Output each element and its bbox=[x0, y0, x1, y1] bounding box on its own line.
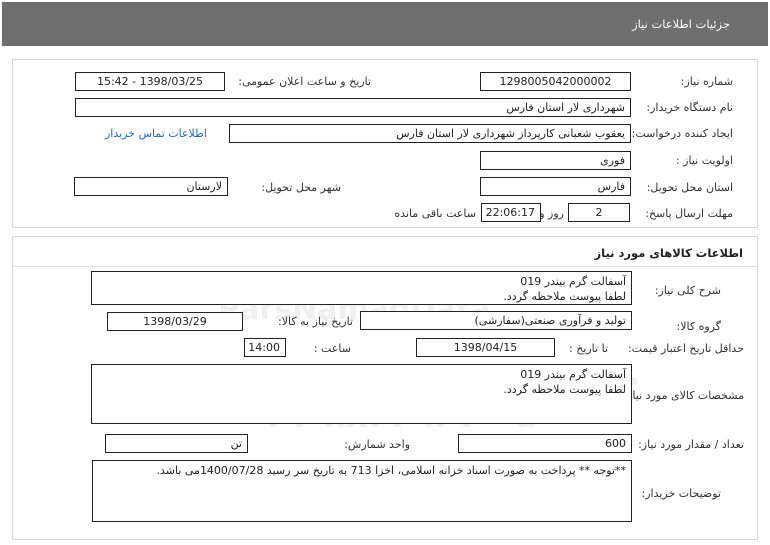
announce-date-label: تاریخ و ساعت اعلان عمومی: bbox=[238, 75, 371, 88]
province-field[interactable]: فارس bbox=[480, 177, 631, 196]
announce-date-field[interactable]: 1398/03/25 - 15:42 bbox=[75, 72, 225, 91]
deadline-days-field[interactable]: 2 bbox=[568, 203, 630, 222]
page-header: جزئیات اطلاعات نیاز bbox=[2, 2, 768, 46]
city-field[interactable]: لارستان bbox=[74, 177, 228, 196]
spec-field[interactable]: آسفالت گرم بیندر 019 لطفا پیوست ملاحظه گ… bbox=[91, 364, 632, 424]
remaining-text: ساعت باقی مانده bbox=[394, 207, 476, 220]
city-label: شهر محل تحویل: bbox=[261, 181, 341, 194]
section-divider bbox=[13, 266, 757, 267]
buyer-contact-link[interactable]: اطلاعات تماس خریدار bbox=[105, 127, 207, 140]
time-label: ساعت : bbox=[313, 342, 351, 355]
summary-label: شرح کلی نیاز: bbox=[654, 284, 721, 297]
province-label: استان محل تحویل: bbox=[646, 181, 733, 194]
until-date-label: تا تاریخ : bbox=[569, 342, 608, 355]
summary-field[interactable]: آسفالت گرم بیندر 019 لطفا پیوست ملاحظه گ… bbox=[91, 271, 632, 305]
deadline-time-field[interactable]: 22:06:17 bbox=[481, 203, 541, 222]
until-date-field[interactable]: 1398/04/15 bbox=[416, 338, 555, 357]
creator-label: ایجاد کننده درخواست: bbox=[631, 127, 733, 140]
unit-field[interactable]: تن bbox=[105, 434, 248, 453]
goods-info-panel: ۰۲۱-۸۸۳۴۹۶۷۰-۵ ParsNamadData مرکز فراخوا… bbox=[12, 236, 758, 540]
need-info-panel: شماره نیاز: 1298005042000002 تاریخ و ساع… bbox=[12, 59, 758, 228]
spec-label: مشخصات کالای مورد نیاز: bbox=[623, 389, 744, 402]
need-date-field[interactable]: 1398/03/29 bbox=[107, 312, 243, 331]
priority-label: اولویت نیاز : bbox=[675, 154, 733, 167]
time-field[interactable]: 14:00 bbox=[244, 338, 286, 357]
validity-label: حداقل تاریخ اعتبار قیمت: bbox=[628, 342, 744, 355]
creator-field[interactable]: یعقوب شعبانی کارپرداز شهرداری لار استان … bbox=[229, 124, 631, 143]
qty-label: تعداد / مقدار مورد نیاز: bbox=[638, 438, 744, 451]
need-number-field[interactable]: 1298005042000002 bbox=[480, 72, 631, 91]
unit-label: واحد شمارش: bbox=[344, 438, 410, 451]
need-number-label: شماره نیاز: bbox=[680, 75, 733, 88]
deadline-label: مهلت ارسال پاسخ: bbox=[645, 207, 733, 220]
page-title: جزئیات اطلاعات نیاز bbox=[632, 17, 730, 31]
group-field[interactable]: تولید و فرآوری صنعتی(سفارشی) bbox=[360, 311, 632, 330]
goods-section-title: اطلاعات کالاهای مورد نیاز bbox=[594, 246, 743, 260]
need-date-label: تاریخ نیاز به کالا: bbox=[278, 315, 353, 328]
group-label: گروه کالا: bbox=[676, 320, 721, 333]
buyer-label: نام دستگاه خریدار: bbox=[646, 101, 733, 114]
buyer-field[interactable]: شهرداری لار استان فارس bbox=[75, 98, 631, 117]
priority-field[interactable]: فوری bbox=[480, 151, 631, 170]
days-text: روز و bbox=[539, 207, 564, 220]
qty-field[interactable]: 600 bbox=[458, 434, 632, 453]
notes-label: توضیحات خریدار: bbox=[641, 487, 722, 500]
notes-field[interactable]: **توجه ** پرداخت به صورت اسناد خزانه اسل… bbox=[92, 460, 632, 522]
